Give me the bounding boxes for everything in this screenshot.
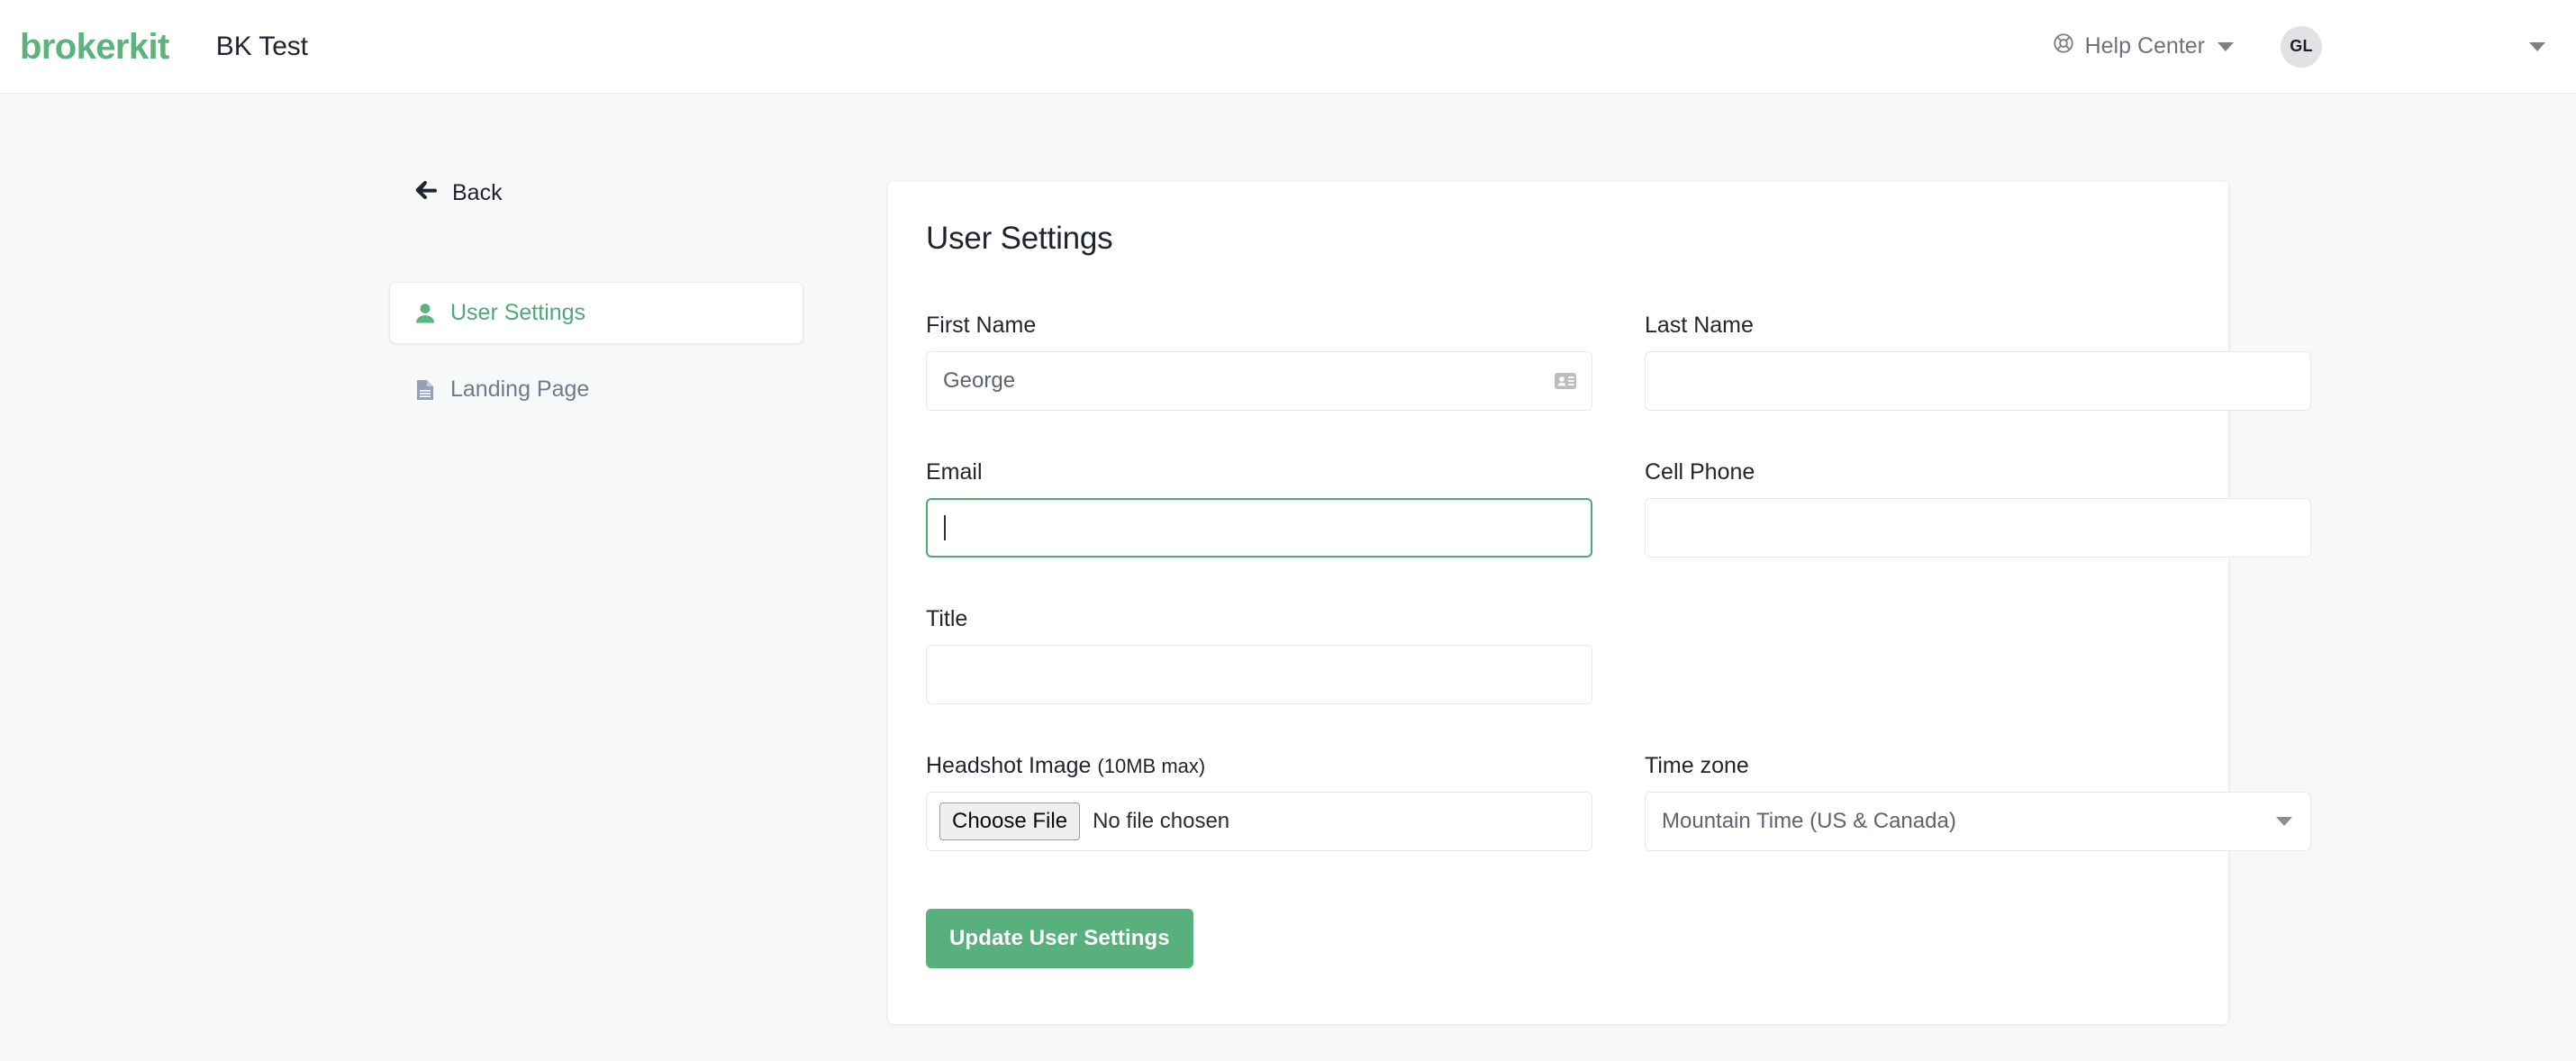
first-name-label: First Name <box>926 313 1037 338</box>
title-input[interactable] <box>926 645 1592 704</box>
document-icon <box>415 379 435 401</box>
headshot-file-input[interactable]: Choose File No file chosen <box>926 792 1592 851</box>
cell-phone-input[interactable] <box>1645 498 2311 558</box>
text-cursor <box>944 515 946 540</box>
time-zone-value: Mountain Time (US & Canada) <box>1662 809 1956 833</box>
field-cell-phone: Cell Phone <box>1645 459 2311 558</box>
settings-sidebar: Back User Settings Landing Page <box>389 180 803 435</box>
sidebar-item-label: Landing Page <box>450 376 590 402</box>
lifebuoy-icon <box>2052 32 2075 61</box>
sidebar-item-user-settings[interactable]: User Settings <box>389 282 803 344</box>
user-icon <box>415 303 435 324</box>
file-status-text: No file chosen <box>1093 809 1230 833</box>
contact-card-icon[interactable] <box>1554 372 1577 390</box>
headshot-label: Headshot Image (10MB max) <box>926 753 1592 779</box>
field-last-name: Last Name <box>1645 313 2311 411</box>
workspace-title: BK Test <box>215 31 308 61</box>
update-user-settings-button[interactable]: Update User Settings <box>926 909 1193 968</box>
time-zone-select[interactable]: Mountain Time (US & Canada) <box>1645 792 2311 851</box>
title-label: Title <box>926 606 968 631</box>
sidebar-item-landing-page[interactable]: Landing Page <box>389 358 803 421</box>
brokerkit-logo[interactable]: brokerkit <box>20 29 169 65</box>
field-first-name: First Name George <box>926 313 1592 411</box>
page-body: Back User Settings Landing Page User Set… <box>0 94 2576 1025</box>
help-center-menu[interactable]: Help Center <box>2052 32 2234 61</box>
headshot-size-hint: (10MB max) <box>1097 755 1206 777</box>
arrow-left-icon <box>414 180 438 206</box>
header-right-group: Help Center GL <box>2052 25 2545 68</box>
time-zone-label: Time zone <box>1645 753 1749 778</box>
first-name-input[interactable]: George <box>926 351 1592 411</box>
chevron-down-icon <box>2218 41 2234 51</box>
cell-phone-label: Cell Phone <box>1645 459 1755 485</box>
field-headshot-image: Headshot Image (10MB max) Choose File No… <box>926 753 1592 851</box>
page-title: User Settings <box>926 221 1113 256</box>
last-name-label: Last Name <box>1645 313 1754 338</box>
user-settings-card: User Settings First Name George Last Nam… <box>887 180 2311 1025</box>
sidebar-item-label: User Settings <box>450 300 586 325</box>
field-title: Title <box>926 606 1592 704</box>
field-time-zone: Time zone Mountain Time (US & Canada) <box>1645 753 2311 851</box>
top-header-bar: brokerkit BK Test Help Center GL <box>0 0 2576 94</box>
avatar[interactable]: GL <box>2281 25 2322 68</box>
chevron-down-icon <box>2276 817 2292 826</box>
settings-form-grid: First Name George Last Name Email Cell P… <box>926 313 2311 900</box>
back-label: Back <box>452 180 503 205</box>
choose-file-button[interactable]: Choose File <box>939 803 1081 840</box>
headshot-label-text: Headshot Image <box>926 753 1092 778</box>
email-label: Email <box>926 459 983 485</box>
empty-grid-cell <box>1645 606 2311 753</box>
first-name-value: George <box>943 368 1016 393</box>
back-button[interactable]: Back <box>389 180 803 206</box>
field-email: Email <box>926 459 1592 558</box>
account-menu-chevron-down-icon[interactable] <box>2529 41 2545 51</box>
last-name-input[interactable] <box>1645 351 2311 411</box>
email-input[interactable] <box>926 498 1592 558</box>
help-center-label: Help Center <box>2084 33 2205 59</box>
